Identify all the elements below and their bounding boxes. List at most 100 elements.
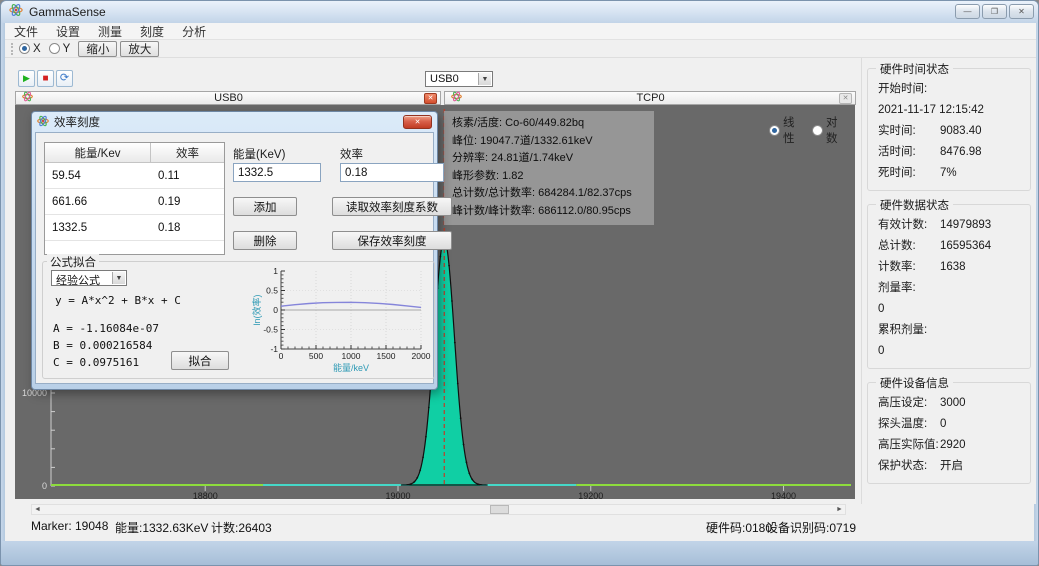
svg-text:ln(效率): ln(效率) bbox=[251, 294, 262, 325]
minimize-button[interactable]: — bbox=[955, 4, 980, 19]
tab-usb0-atom-icon bbox=[22, 91, 33, 105]
efficiency-curve-svg: 0500100015002000-1-0.500.51ln(效率)能量/keV bbox=[251, 264, 431, 376]
scale-radio-group: 线性 对数 bbox=[769, 114, 855, 146]
tab-tcp0-label: TCP0 bbox=[462, 92, 839, 104]
formula-fit-group: 公式拟合 经验公式 ▼ y = A*x^2 + B*x + C A = -1.1… bbox=[42, 261, 435, 379]
zoom-out-button[interactable]: 缩小 bbox=[78, 41, 117, 57]
svg-text:-1: -1 bbox=[270, 344, 278, 354]
radio-linear-scale[interactable] bbox=[769, 125, 780, 136]
log-scale-label: 对数 bbox=[826, 114, 847, 146]
menu-item-1[interactable]: 设置 bbox=[47, 23, 89, 40]
maximize-button[interactable]: ❐ bbox=[982, 4, 1007, 19]
refresh-button[interactable]: ⟳ bbox=[56, 70, 73, 87]
field-row: 保护状态:开启 bbox=[878, 456, 1026, 477]
col-header-energy[interactable]: 能量/Kev bbox=[45, 143, 151, 162]
field-row: 实时间:9083.40 bbox=[878, 121, 1026, 142]
scrollbar-thumb[interactable] bbox=[490, 505, 509, 514]
dialog-body: 能量/Kev 效率 59.540.11661.660.191332.50.18 … bbox=[35, 132, 434, 384]
svg-text:0: 0 bbox=[42, 481, 47, 491]
field-row: 计数率:1638 bbox=[878, 257, 1026, 278]
svg-text:0.5: 0.5 bbox=[266, 286, 278, 296]
scroll-left-arrow-icon[interactable]: ◄ bbox=[32, 505, 43, 514]
radio-x-axis[interactable] bbox=[19, 43, 30, 54]
fit-button[interactable]: 拟合 bbox=[171, 351, 229, 370]
menu-bar: 文件设置测量刻度分析 bbox=[5, 23, 1036, 40]
dialog-title-bar[interactable]: 效率刻度 ✕ bbox=[35, 112, 434, 132]
svg-text:1500: 1500 bbox=[377, 351, 396, 361]
tab-tcp0-close-icon[interactable]: ✕ bbox=[839, 93, 852, 104]
field-label: 实时间: bbox=[878, 121, 940, 142]
table-row[interactable]: 1332.50.18 bbox=[45, 215, 224, 241]
svg-text:2000: 2000 bbox=[412, 351, 431, 361]
sidebar-group-1: 硬件数据状态有效计数:14979893总计数:16595364计数率:1638剂… bbox=[867, 204, 1031, 369]
field-label: 总计数: bbox=[878, 236, 940, 257]
efficiency-field-label: 效率 bbox=[340, 146, 363, 162]
device-combobox[interactable]: USB0 ▼ bbox=[425, 71, 493, 87]
zoom-in-button[interactable]: 放大 bbox=[120, 41, 159, 57]
formula-combobox[interactable]: 经验公式 ▼ bbox=[51, 270, 127, 286]
tab-usb0[interactable]: USB0 ✕ bbox=[15, 91, 441, 105]
field-value: 0 bbox=[878, 341, 1026, 362]
status-counts: 计数:26403 bbox=[211, 519, 272, 536]
title-bar[interactable]: GammaSense — ❐ ✕ bbox=[1, 1, 1039, 23]
field-value: 1638 bbox=[940, 261, 966, 273]
radio-log-scale[interactable] bbox=[812, 125, 823, 136]
efficiency-calibration-dialog[interactable]: 效率刻度 ✕ 能量/Kev 效率 59.540.11661.660.191332… bbox=[31, 111, 438, 390]
chart-horizontal-scrollbar[interactable]: ◄ ► bbox=[31, 504, 846, 515]
table-cell: 0.11 bbox=[151, 163, 180, 188]
start-acquisition-button[interactable]: ▶ bbox=[18, 70, 35, 87]
field-row: 有效计数:14979893 bbox=[878, 215, 1026, 236]
svg-text:19000: 19000 bbox=[385, 491, 410, 499]
tab-tcp0-atom-icon bbox=[451, 91, 462, 105]
svg-text:19200: 19200 bbox=[578, 491, 603, 499]
sidebar-group-2: 硬件设备信息高压设定:3000探头温度:0高压实际值:2920保护状态:开启 bbox=[867, 382, 1031, 484]
field-value: 2920 bbox=[940, 439, 966, 451]
field-value: 8476.98 bbox=[940, 146, 982, 158]
radio-x-label: X bbox=[33, 43, 41, 55]
play-icon: ▶ bbox=[23, 74, 30, 83]
efficiency-input[interactable] bbox=[340, 163, 444, 182]
tab-usb0-close-icon[interactable]: ✕ bbox=[424, 93, 437, 104]
dialog-close-icon[interactable]: ✕ bbox=[403, 115, 432, 129]
scroll-right-arrow-icon[interactable]: ► bbox=[834, 505, 845, 514]
menu-item-0[interactable]: 文件 bbox=[5, 23, 47, 40]
delete-button[interactable]: 删除 bbox=[233, 231, 297, 250]
sidebar-group-0: 硬件时间状态开始时间:2021-11-17 12:15:42实时间:9083.4… bbox=[867, 68, 1031, 191]
col-header-efficiency[interactable]: 效率 bbox=[151, 143, 224, 162]
window-frame-left bbox=[1, 23, 5, 541]
stop-acquisition-button[interactable]: ■ bbox=[37, 70, 54, 87]
save-calibration-button[interactable]: 保存效率刻度 bbox=[332, 231, 452, 250]
group-title: 硬件设备信息 bbox=[876, 375, 953, 391]
formula-combobox-value: 经验公式 bbox=[56, 275, 100, 287]
window-title: GammaSense bbox=[29, 5, 106, 19]
toolbar-grip-icon bbox=[11, 43, 14, 55]
read-coefficients-button[interactable]: 读取效率刻度系数 bbox=[332, 197, 452, 216]
energy-input[interactable] bbox=[233, 163, 321, 182]
svg-text:能量/keV: 能量/keV bbox=[333, 362, 369, 373]
field-label: 剂量率: bbox=[878, 278, 1026, 299]
group-title: 硬件数据状态 bbox=[876, 197, 953, 213]
calibration-table-header: 能量/Kev 效率 bbox=[45, 143, 224, 163]
table-row[interactable]: 661.660.19 bbox=[45, 189, 224, 215]
menu-item-2[interactable]: 测量 bbox=[89, 23, 131, 40]
field-label: 计数率: bbox=[878, 257, 940, 278]
fit-group-title: 公式拟合 bbox=[47, 254, 99, 270]
menu-item-4[interactable]: 分析 bbox=[173, 23, 215, 40]
tab-tcp0[interactable]: TCP0 ✕ bbox=[444, 91, 856, 105]
table-row[interactable]: 59.540.11 bbox=[45, 163, 224, 189]
calibration-table-body: 59.540.11661.660.191332.50.18 bbox=[45, 163, 224, 241]
field-label: 活时间: bbox=[878, 142, 940, 163]
close-button[interactable]: ✕ bbox=[1009, 4, 1034, 19]
radio-y-axis[interactable] bbox=[49, 43, 60, 54]
field-row: 高压设定:3000 bbox=[878, 393, 1026, 414]
field-row: 高压实际值:2920 bbox=[878, 435, 1026, 456]
svg-text:-0.5: -0.5 bbox=[263, 325, 278, 335]
svg-text:0: 0 bbox=[273, 305, 278, 315]
field-row: 探头温度:0 bbox=[878, 414, 1026, 435]
app-atom-icon bbox=[9, 3, 23, 22]
svg-text:0: 0 bbox=[279, 351, 284, 361]
menu-item-3[interactable]: 刻度 bbox=[131, 23, 173, 40]
svg-text:1000: 1000 bbox=[342, 351, 361, 361]
add-button[interactable]: 添加 bbox=[233, 197, 297, 216]
status-energy: 能量:1332.63KeV bbox=[115, 519, 208, 536]
